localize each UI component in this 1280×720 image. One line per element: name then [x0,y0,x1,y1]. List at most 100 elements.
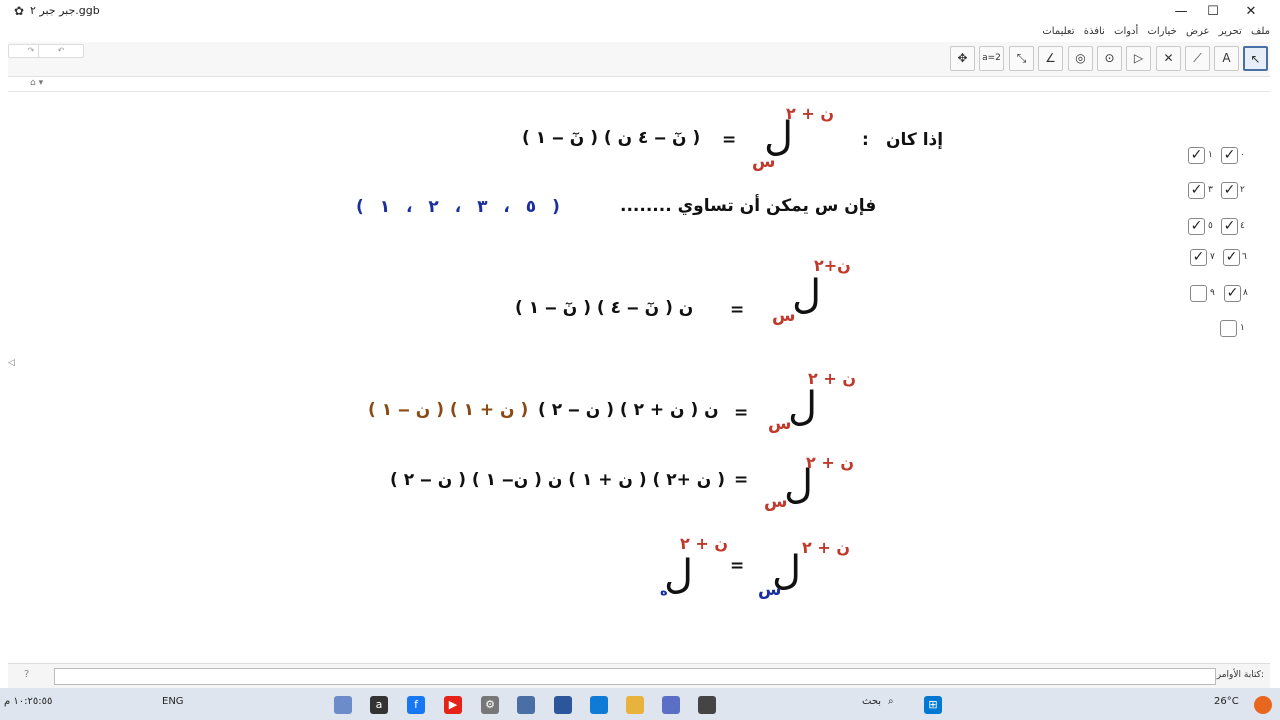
search-label[interactable]: بحث [862,696,881,707]
perm-sup-3: ن+٢ [814,256,851,275]
search-icon[interactable]: ⌕ [888,696,894,707]
menu-file[interactable]: ملف [1251,26,1270,37]
checkbox-6[interactable]: ✓ [1223,249,1240,266]
perm-sup-4: ن + ٢ [808,369,856,388]
question-text: فإن س يمكن أن تساوي ........ [620,196,877,216]
menu-list: ملف تحرير عرض خيارات أدوات نافذة تعليمات [1036,26,1270,37]
maximize-button[interactable]: ☐ [1198,2,1228,22]
equals-3: = [730,300,745,320]
input-bar: ? كتابة الأوامر: [8,663,1270,688]
menu-edit[interactable]: تحرير [1219,26,1242,37]
perpendicular-tool-button[interactable]: ✕ [1156,46,1181,71]
ellipse-tool-button[interactable]: ◎ [1068,46,1093,71]
gear-icon[interactable]: ✿ [14,4,24,18]
app-icon-2[interactable] [517,696,535,714]
edge-icon[interactable] [590,696,608,714]
checkbox-9[interactable] [1190,285,1207,302]
perm-sub-6a: س [758,580,782,600]
equals-6: = [730,556,745,576]
checkbox-label-5: ٥ [1208,221,1213,231]
menu-help[interactable]: تعليمات [1042,26,1074,37]
app-icon-1[interactable] [334,696,352,714]
answer-options: ( ٥ ، ٣ ، ٢ ، ١ ) [356,197,560,217]
checkbox-label-6: ٦ [1242,252,1247,262]
command-input[interactable] [54,668,1216,685]
perm-sub-5: س [764,492,788,512]
equals-5: = [734,470,749,490]
amazon-icon[interactable]: a [370,696,388,714]
circle-tool-button[interactable]: ⊙ [1097,46,1122,71]
segment-tool-button[interactable]: ⟋ [1185,46,1210,71]
perm-sup-5: ن + ٢ [806,453,854,472]
folder-icon[interactable] [626,696,644,714]
checkbox-label-1: ١ [1208,150,1213,160]
menu-view[interactable]: عرض [1186,26,1210,37]
checkbox-label-2: ٢ [1240,185,1245,195]
perm-sub-3: س [772,306,796,326]
app-icon-3[interactable] [554,696,572,714]
move-view-tool-button[interactable]: ✥ [950,46,975,71]
perm-sup-1: ن + ٢ [786,104,834,123]
perm-sup-6a: ن + ٢ [802,538,850,557]
rhs-1: ( نٓ ‒ ٤ ن ) ( نٓ ‒ ١ ) [522,128,701,148]
menu-window[interactable]: نافذة [1084,26,1105,37]
checkbox-0[interactable]: ✓ [1221,147,1238,164]
slider-tool-button[interactable]: a=2 [979,46,1004,71]
checkbox-3[interactable]: ✓ [1188,182,1205,199]
taskbar: ١٠:٢٥:٥٥ م ENG a f ▶ ⚙ بحث ⌕ ⊞ 26°C [0,688,1280,720]
youtube-icon[interactable]: ▶ [444,696,462,714]
colon-label: : [862,130,869,150]
perm-sup-6b: ن + ٢ [680,534,728,553]
weather-icon[interactable] [1254,696,1272,714]
help-icon[interactable]: ? [24,669,29,680]
checkbox-1[interactable]: ✓ [1188,147,1205,164]
minimize-button[interactable]: — [1166,2,1196,22]
weather-temp[interactable]: 26°C [1214,696,1239,707]
language-indicator[interactable]: ENG [162,696,184,707]
settings-icon[interactable]: ⚙ [481,696,499,714]
checkbox-label-0: ٠ [1240,150,1245,160]
graphics-style-bar: ⌂ ▾ [8,77,1270,92]
perm-sub-1: س [752,152,776,172]
checkbox-5[interactable]: ✓ [1188,218,1205,235]
app-icon-4[interactable] [662,696,680,714]
perm-symbol-3: ل [792,272,822,318]
rhs-4-brown: ( ن + ١ ) ( ن ‒ ١ ) [368,400,529,420]
rhs-4-black: ن ( ن + ٢ ) ( ن ‒ ٢ ) [538,400,719,420]
input-label: كتابة الأوامر: [1216,670,1264,680]
clock[interactable]: ١٠:٢٥:٥٥ م [4,696,52,707]
windows-start-icon[interactable]: ⊞ [924,696,942,714]
checkbox-10[interactable] [1220,320,1237,337]
window-title-bar: ✿ جبر جبر ٢.ggb — ☐ ✕ [0,0,1280,25]
collapse-arrow-icon[interactable]: ◁ [8,358,15,368]
close-button[interactable]: ✕ [1236,2,1266,22]
graphics-view[interactable] [8,92,1270,662]
rhs-5: ( ن +٢ ) ( ن + ١ ) ن ( ن‒ ١ ) ( ن ‒ ٢ ) [390,470,725,490]
checkbox-8[interactable]: ✓ [1224,285,1241,302]
undo-button[interactable]: ↶ [38,44,84,58]
menu-tools[interactable]: أدوات [1114,26,1138,37]
checkbox-2[interactable]: ✓ [1221,182,1238,199]
polygon-tool-button[interactable]: ▷ [1126,46,1151,71]
text-tool-button[interactable]: A [1214,46,1239,71]
angle-tool-button[interactable]: ∠ [1038,46,1063,71]
checkbox-label-3: ٣ [1208,185,1213,195]
menu-bar: ملف تحرير عرض خيارات أدوات نافذة تعليمات [0,24,1280,42]
home-icon[interactable]: ⌂ ▾ [30,78,43,88]
app-icon-5[interactable] [698,696,716,714]
checkbox-label-4: ٤ [1240,221,1245,231]
checkbox-label-9: ٩ [1210,288,1215,298]
facebook-icon[interactable]: f [407,696,425,714]
if-was-label: إذا كان [886,130,944,150]
checkbox-label-8: ٨ [1243,288,1248,298]
window-title: جبر جبر ٢.ggb [30,4,100,17]
equals-4: = [734,403,749,423]
menu-options[interactable]: خيارات [1147,26,1176,37]
move-tool-button[interactable]: ↖ [1243,46,1268,71]
reflect-tool-button[interactable]: ⤡ [1009,46,1034,71]
toolbar: ↷ ↶ ↖ A ⟋ ✕ ▷ ⊙ ◎ ∠ ⤡ a=2 ✥ [8,42,1270,77]
checkbox-7[interactable]: ✓ [1190,249,1207,266]
checkbox-4[interactable]: ✓ [1221,218,1238,235]
perm-sub-4: س [768,414,792,434]
perm-symbol-4: ل [788,384,818,430]
